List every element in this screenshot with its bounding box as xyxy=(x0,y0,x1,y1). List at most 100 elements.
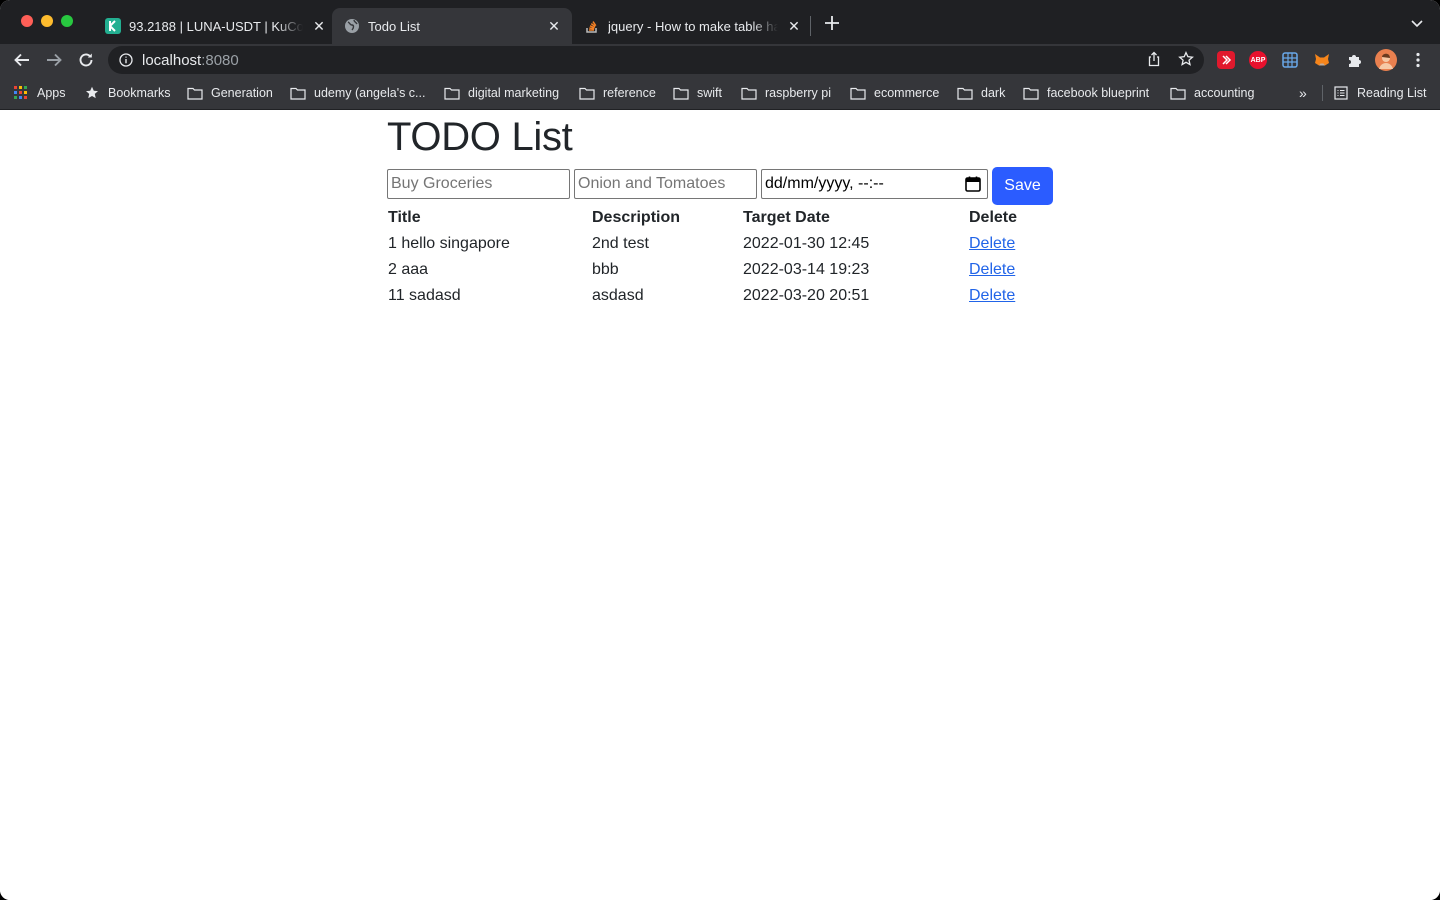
bookmark-label: Generation xyxy=(211,86,273,100)
tab-strip: 93.2188 | LUNA-USDT | KuCoin ✕ Todo List… xyxy=(0,0,1440,44)
column-header-title: Title xyxy=(388,209,421,226)
back-button[interactable] xyxy=(11,49,33,71)
table-row: 2 aaa bbb 2022-03-14 19:23 Delete xyxy=(387,257,1038,283)
bookmark-folder[interactable]: raspberry pi xyxy=(741,84,831,102)
folder-icon xyxy=(1023,86,1039,100)
chevron-down-icon xyxy=(1411,20,1423,28)
bookmark-folder[interactable]: reference xyxy=(579,84,656,102)
kucoin-icon xyxy=(105,18,121,34)
bookmarks-divider xyxy=(1322,85,1323,101)
folder-icon xyxy=(850,86,866,100)
tab-stackoverflow[interactable]: jquery - How to make table have ✕ xyxy=(584,8,802,44)
bookmark-label: udemy (angela's c... xyxy=(314,86,426,100)
column-header-target-date: Target Date xyxy=(743,209,830,226)
table-header-row: Title Description Target Date Delete xyxy=(387,205,1038,231)
todo-title: 1 hello singapore xyxy=(388,235,510,252)
bookmark-apps[interactable]: Apps xyxy=(13,84,66,102)
folder-icon xyxy=(187,86,203,100)
column-header-delete: Delete xyxy=(969,209,1018,226)
star-icon xyxy=(84,86,100,100)
todo-table: Title Description Target Date Delete 1 h… xyxy=(387,205,1038,309)
kebab-menu-icon[interactable] xyxy=(1409,51,1427,69)
bookmark-bookmarks[interactable]: Bookmarks xyxy=(84,84,171,102)
todo-description: 2nd test xyxy=(592,235,649,252)
tab-title: jquery - How to make table have xyxy=(608,18,778,34)
todo-target-date: 2022-03-14 19:23 xyxy=(743,261,870,278)
todo-title: 11 sadasd xyxy=(388,287,461,304)
todo-description: asdasd xyxy=(592,287,644,304)
tab-search-button[interactable] xyxy=(1408,14,1426,32)
tab-title: Todo List xyxy=(368,18,421,34)
address-bar[interactable]: localhost:8080 xyxy=(108,46,1204,74)
bookmarks-bar: Apps Bookmarks Generation udemy (angela'… xyxy=(0,76,1440,110)
bookmark-folder[interactable]: dark xyxy=(957,84,1005,102)
folder-icon xyxy=(1170,86,1186,100)
profile-avatar[interactable] xyxy=(1375,49,1397,71)
close-tab-icon[interactable]: ✕ xyxy=(311,18,327,34)
puzzle-icon[interactable] xyxy=(1345,51,1363,69)
bookmarks-overflow-button[interactable]: » xyxy=(1299,85,1307,101)
reading-list-button[interactable]: Reading List xyxy=(1333,84,1427,102)
close-tab-icon[interactable]: ✕ xyxy=(786,18,802,34)
bookmark-star-icon[interactable] xyxy=(1177,50,1195,68)
metamask-icon[interactable] xyxy=(1313,51,1331,69)
bookmark-label: dark xyxy=(981,86,1006,100)
bookmark-label: swift xyxy=(697,86,722,100)
new-tab-button[interactable] xyxy=(822,13,842,33)
table-row: 1 hello singapore 2nd test 2022-01-30 12… xyxy=(387,231,1038,257)
bookmark-folder[interactable]: udemy (angela's c... xyxy=(290,84,425,102)
bookmark-folder[interactable]: swift xyxy=(673,84,722,102)
arrow-left-icon xyxy=(14,53,29,67)
tab-kucoin[interactable]: 93.2188 | LUNA-USDT | KuCoin ✕ xyxy=(105,8,327,44)
forward-button[interactable] xyxy=(43,49,65,71)
folder-icon xyxy=(290,86,306,100)
minimize-window-button[interactable] xyxy=(41,15,53,27)
bookmark-label: accounting xyxy=(1194,86,1255,100)
save-button[interactable]: Save xyxy=(992,167,1053,205)
bookmark-label: reference xyxy=(603,86,656,100)
todo-target-date: 2022-01-30 12:45 xyxy=(743,235,870,252)
adblock-label: ABP xyxy=(1250,56,1266,64)
bookmark-folder[interactable]: accounting xyxy=(1170,84,1254,102)
tab-todo-list[interactable]: Todo List ✕ xyxy=(332,8,572,44)
reload-button[interactable] xyxy=(75,49,97,71)
folder-icon xyxy=(741,86,757,100)
bookmark-folder[interactable]: Generation xyxy=(187,84,273,102)
calendar-icon[interactable] xyxy=(964,175,982,193)
share-icon[interactable] xyxy=(1145,50,1163,68)
page-title: TODO List xyxy=(387,115,573,159)
bookmark-folder[interactable]: facebook blueprint xyxy=(1023,84,1149,102)
delete-link[interactable]: Delete xyxy=(969,261,1015,278)
plus-icon xyxy=(825,16,839,30)
target-date-input[interactable]: dd/mm/yyyy, --:-- xyxy=(761,169,988,199)
url-host: localhost xyxy=(142,51,202,69)
youtube-icon[interactable] xyxy=(1217,51,1235,69)
title-input[interactable] xyxy=(387,169,570,199)
todo-title: 2 aaa xyxy=(388,261,429,278)
close-tab-icon[interactable]: ✕ xyxy=(546,18,562,34)
bookmark-folder[interactable]: ecommerce xyxy=(850,84,939,102)
tab-separator xyxy=(810,16,811,36)
grid-extension-icon[interactable] xyxy=(1281,51,1299,69)
description-input[interactable] xyxy=(574,169,757,199)
bookmark-label: facebook blueprint xyxy=(1047,86,1150,100)
bookmark-folder[interactable]: digital marketing xyxy=(444,84,559,102)
reading-list-icon xyxy=(1333,86,1349,100)
bookmark-label: digital marketing xyxy=(468,86,560,100)
reload-icon xyxy=(79,53,93,67)
browser-toolbar: localhost:8080 ABP xyxy=(0,44,1440,76)
adblock-icon[interactable]: ABP xyxy=(1249,51,1267,69)
apps-grid-icon xyxy=(13,86,29,100)
folder-icon xyxy=(957,86,973,100)
delete-link[interactable]: Delete xyxy=(969,287,1015,304)
todo-description: bbb xyxy=(592,261,619,278)
bookmark-label: ecommerce xyxy=(874,86,940,100)
delete-link[interactable]: Delete xyxy=(969,235,1015,252)
site-info-icon[interactable] xyxy=(118,52,134,68)
maximize-window-button[interactable] xyxy=(61,15,73,27)
close-window-button[interactable] xyxy=(21,15,33,27)
folder-icon xyxy=(673,86,689,100)
column-header-description: Description xyxy=(592,209,681,226)
bookmark-label: Apps xyxy=(37,86,66,100)
bookmark-label: Bookmarks xyxy=(108,86,171,100)
